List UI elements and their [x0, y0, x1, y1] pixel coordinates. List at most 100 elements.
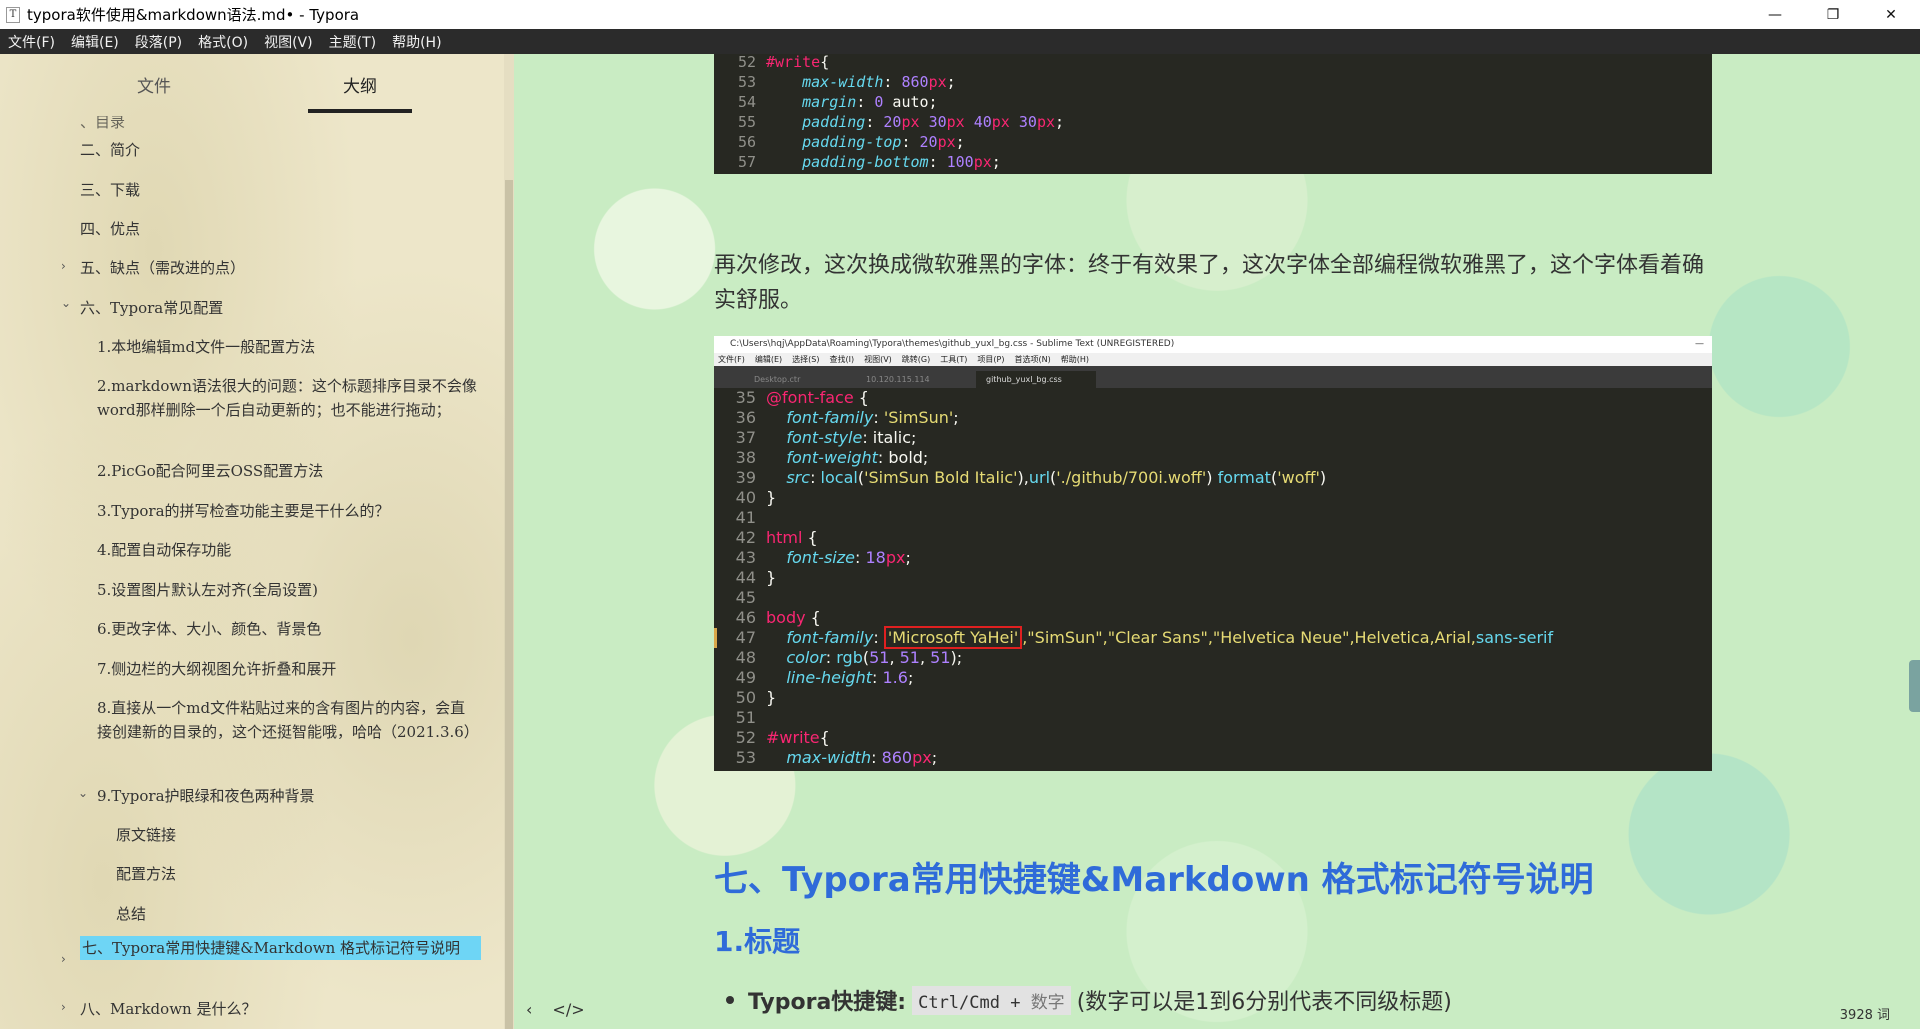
code-line: 39 src: local('SimSun Bold Italic'),url(…	[714, 468, 1327, 488]
outline-item[interactable]: 3.Typora的拼写检查功能主要是干什么的？	[97, 499, 390, 523]
kbd-keys: Ctrl/Cmd +	[918, 992, 1031, 1013]
code-token: 860	[901, 73, 929, 91]
outline-item[interactable]: 1.本地编辑md文件一般配置方法	[97, 335, 315, 359]
code-line: 53 max-width: 860px;	[714, 72, 956, 92]
code-line: 57 padding-bottom: 100px;	[714, 152, 1001, 172]
tab-files[interactable]: 文件	[102, 72, 206, 97]
menu-view[interactable]: 视图(V)	[256, 32, 321, 52]
screenshot-menu-item: 选择(S)	[792, 355, 820, 364]
sidebar-scrollbar-thumb[interactable]	[505, 180, 513, 1029]
outline-item-active[interactable]: 七、Typora常用快捷键&Markdown 格式标记符号说明	[80, 936, 481, 960]
outline-list: 、目录 二、简介 三、下载 四、优点 › 五、缺点（需改进的点） ⌄ 六、Typ…	[0, 116, 500, 1029]
code-line: 56 padding-top: 20px;	[714, 132, 965, 152]
code-token: url	[1028, 468, 1051, 487]
code-screenshot-top: 52 #write{53 max-width: 860px; 54 margin: …	[714, 54, 1712, 174]
chevron-right-icon[interactable]: ›	[61, 259, 66, 273]
sublime-screenshot: C:\Users\hqj\AppData\Roaming\Typora\them…	[714, 336, 1712, 771]
outline-item[interactable]: 五、缺点（需改进的点）	[80, 256, 245, 280]
outline-item[interactable]: 2.PicGo配合阿里云OSS配置方法	[97, 459, 323, 483]
outline-item[interactable]: 原文链接	[116, 823, 176, 847]
outline-item[interactable]: 四、优点	[80, 217, 140, 241]
line-number: 42	[735, 528, 756, 547]
close-button[interactable]: ✕	[1862, 0, 1920, 29]
chevron-down-icon[interactable]: ⌄	[78, 786, 88, 800]
code-line: 48 color: rgb(51, 51, 51);	[714, 648, 963, 668]
menu-paragraph[interactable]: 段落(P)	[127, 32, 190, 52]
outline-item[interactable]: 8.直接从一个md文件粘贴过来的含有图片的内容，会直接创建新的目录的，这个还挺智…	[97, 696, 479, 744]
outline-item[interactable]: 三、下载	[80, 178, 140, 202]
code-token: font-style	[786, 428, 863, 447]
screenshot-menu-item: 首选项(N)	[1014, 355, 1051, 364]
line-number: 43	[735, 548, 756, 567]
code-token: :	[873, 628, 884, 647]
code-token: ),	[1017, 468, 1029, 487]
code-token: font-size	[786, 548, 855, 567]
code-line: 55 padding: 20px 30px 40px 30px;	[714, 112, 1064, 132]
code-token: {	[853, 388, 869, 407]
outline-item[interactable]: 二、简介	[80, 138, 140, 162]
code-token: }	[766, 488, 777, 507]
code-line: 49 line-height: 1.6;	[714, 668, 914, 688]
outline-item[interactable]: 六、Typora常见配置	[80, 296, 223, 320]
menu-file[interactable]: 文件(F)	[0, 32, 63, 52]
paragraph[interactable]: 再次修改，这次换成微软雅黑的字体：终于有效果了，这次字体全部编程微软雅黑了，这个…	[714, 248, 1710, 318]
outline-item[interactable]: 9.Typora护眼绿和夜色两种背景	[97, 784, 315, 808]
line-number: 50	[735, 688, 756, 707]
outline-item[interactable]: 总结	[116, 902, 146, 926]
screenshot-menu-item: 编辑(E)	[754, 355, 783, 364]
code-line: 51	[714, 708, 766, 728]
typora-app-icon: T	[6, 6, 20, 23]
minimize-button[interactable]: —	[1746, 0, 1804, 29]
screenshot-tabs: Desktop.ctr 10.120.115.114 github_yuxl_b…	[714, 366, 1712, 388]
screenshot-titlebar: C:\Users\hqj\AppData\Roaming\Typora\them…	[714, 336, 1712, 353]
menu-edit[interactable]: 编辑(E)	[63, 32, 127, 52]
outline-item[interactable]: 配置方法	[116, 862, 176, 886]
kbd-placeholder: 数字	[1030, 992, 1065, 1013]
word-count[interactable]: 3928 词	[1840, 1004, 1890, 1023]
heading-3[interactable]: 1.标题	[714, 920, 800, 960]
code-token: :	[825, 648, 837, 667]
tab-outline[interactable]: 大纲	[308, 72, 412, 97]
code-line: 46 body {	[714, 608, 821, 628]
code-token: px	[1036, 113, 1055, 131]
line-number: 55	[737, 113, 756, 131]
outline-item[interactable]: 八、Markdown 是什么？	[80, 997, 256, 1021]
outline-item[interactable]: 5.设置图片默认左对齐(全局设置)	[97, 578, 318, 602]
restore-button[interactable]: ❐	[1804, 0, 1862, 29]
code-token: padding-top	[802, 133, 902, 151]
chevron-down-icon[interactable]: ⌄	[61, 296, 71, 310]
code-line: 35 @font-face {	[714, 388, 869, 408]
toggle-sidebar-icon[interactable]: ‹	[526, 1000, 532, 1019]
list-item[interactable]: Typora快捷键: Ctrl/Cmd + 数字 (数字可以是1到6分别代表不同…	[726, 984, 1452, 1016]
outline-item[interactable]: 2.markdown语法很大的问题：这个标题排序目录不会像word那样删除一个后…	[97, 374, 477, 422]
editor-scrollbar-thumb[interactable]	[1909, 660, 1920, 712]
source-mode-icon[interactable]: </>	[552, 1000, 584, 1019]
code-token: ,	[919, 648, 931, 667]
outline-item[interactable]: 6.更改字体、大小、颜色、背景色	[97, 617, 321, 641]
code-token: margin	[802, 93, 857, 111]
code-token: body	[766, 608, 806, 627]
code-token: ;	[953, 408, 959, 427]
menu-theme[interactable]: 主题(T)	[321, 32, 384, 52]
code-token: src	[786, 468, 811, 487]
code-token: #write	[766, 728, 820, 747]
outline-item[interactable]: 7.侧边栏的大纲视图允许折叠和展开	[97, 657, 336, 681]
heading-2[interactable]: 七、Typora常用快捷键&Markdown 格式标记符号说明	[714, 852, 1594, 901]
outline-item[interactable]: 4.配置自动保存功能	[97, 538, 231, 562]
code-token: :	[901, 133, 920, 151]
line-number: 44	[735, 568, 756, 587]
menu-help[interactable]: 帮助(H)	[384, 32, 449, 52]
chevron-right-icon[interactable]: ›	[61, 952, 66, 966]
chevron-right-icon[interactable]: ›	[61, 1000, 66, 1014]
code-token: 18	[865, 548, 886, 567]
menu-format[interactable]: 格式(O)	[190, 32, 256, 52]
outline-item[interactable]: 、目录	[80, 116, 125, 134]
code-line: 42 html {	[714, 528, 818, 548]
